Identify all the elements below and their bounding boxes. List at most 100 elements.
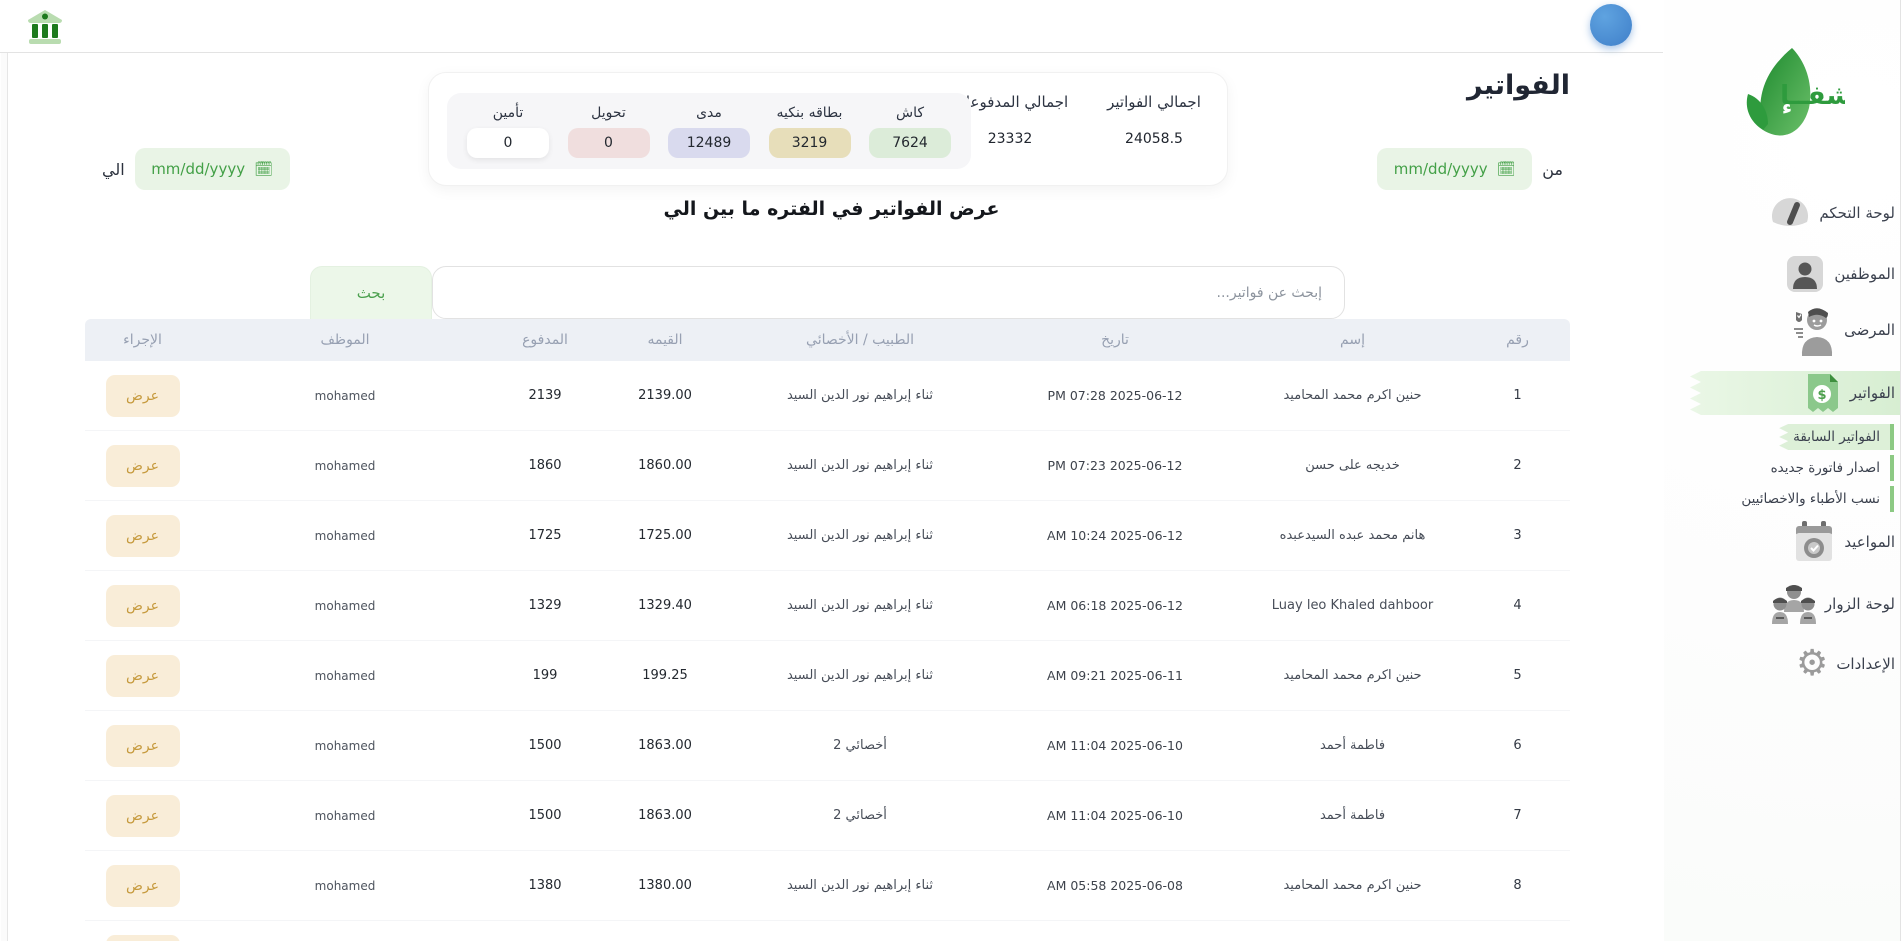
cell-date: PM 07:23 2025-06-12: [990, 431, 1240, 500]
cell-value: [600, 921, 730, 941]
cell-employee: mohamed: [200, 781, 490, 850]
view-invoice-button[interactable]: عرض: [106, 515, 180, 557]
column-header: الطبيب / الأخصائي: [730, 319, 990, 361]
cell-employee: mohamed: [200, 431, 490, 500]
cell-name: هانم محمد عبده السيدعبده: [1240, 501, 1465, 570]
patient-icon: [1788, 304, 1836, 356]
cell-paid: 199: [490, 641, 600, 710]
payment-method-value: 12489: [668, 128, 750, 158]
cell-num: 3: [1465, 501, 1570, 570]
table-row: 8حنين اكرم محمد المحاميدAM 05:58 2025-06…: [85, 851, 1570, 921]
cell-doctor: أخصائي 2: [730, 711, 990, 780]
cell-date: AM 11:04 2025-06-10: [990, 781, 1240, 850]
cell-doctor: ثناء إبراهيم نور الدين السيد: [730, 431, 990, 500]
cell-value: 1725.00: [600, 501, 730, 570]
cell-date: PM 07:28 2025-06-12: [990, 361, 1240, 430]
sidebar-subitem-doctor-ratios[interactable]: نسب الأطباء والاخصائيين: [1727, 486, 1894, 512]
table-row: 7فاطمة أحمدAM 11:04 2025-06-10أخصائي 218…: [85, 781, 1570, 851]
cell-doctor: ثناء إبراهيم نور الدين السيد: [730, 851, 990, 920]
cell-value: 1860.00: [600, 431, 730, 500]
payment-method-3: تحويل0: [562, 105, 656, 158]
cell-paid: 2139: [490, 361, 600, 430]
cell-employee: mohamed: [200, 361, 490, 430]
cell-action: عرض: [85, 361, 200, 430]
sidebar-item-visitors[interactable]: لوحة الزوار: [1771, 580, 1895, 628]
employee-icon: [1784, 253, 1826, 295]
cell-action: عرض: [85, 921, 200, 941]
calendar-icon: [1792, 519, 1836, 565]
cell-action: عرض: [85, 641, 200, 710]
cell-num: 5: [1465, 641, 1570, 710]
cell-name: [1240, 921, 1465, 941]
sidebar-item-label: المواعيد: [1844, 533, 1895, 551]
payment-method-value: 7624: [869, 128, 951, 158]
payment-method-value: 3219: [769, 128, 851, 158]
column-header: المدفوع: [490, 319, 600, 361]
cell-action: عرض: [85, 431, 200, 500]
total-invoices: اجمالي الفواتير 24058.5: [1095, 93, 1213, 147]
payments-summary-card: اجمالي الفواتير 24058.5 اجمالي المدفوعات…: [428, 72, 1228, 186]
cell-paid: 1725: [490, 501, 600, 570]
table-row: عرض: [85, 921, 1570, 941]
sidebar-subitem-label: الفواتير السابقة: [1793, 429, 1880, 445]
user-avatar[interactable]: [1590, 4, 1632, 46]
sidebar-subitem-new-invoice[interactable]: اصدار فاتورة جديده: [1757, 455, 1894, 481]
view-invoice-button[interactable]: عرض: [106, 445, 180, 487]
table-row: 3هانم محمد عبده السيدعبدهAM 10:24 2025-0…: [85, 501, 1570, 571]
sidebar-item-settings[interactable]: الإعدادات ⚙: [1796, 640, 1895, 688]
sidebar-subitem-previous-invoices[interactable]: الفواتير السابقة: [1779, 424, 1894, 450]
totals-group: اجمالي الفواتير 24058.5 اجمالي المدفوعات…: [951, 93, 1213, 147]
view-invoice-button[interactable]: عرض: [106, 585, 180, 627]
search-button[interactable]: بحث: [310, 266, 432, 319]
cell-action: عرض: [85, 711, 200, 780]
column-header: القيمه: [600, 319, 730, 361]
view-invoice-button[interactable]: عرض: [106, 725, 180, 767]
cell-employee: mohamed: [200, 571, 490, 640]
view-invoice-button[interactable]: عرض: [106, 375, 180, 417]
cell-employee: mohamed: [200, 711, 490, 780]
total-invoices-value: 24058.5: [1095, 131, 1213, 147]
svg-text:ء: ء: [1782, 95, 1792, 119]
date-from-label: من: [1542, 160, 1563, 179]
column-header: رقم: [1465, 319, 1570, 361]
view-invoice-button[interactable]: عرض: [106, 795, 180, 837]
visitors-icon: [1771, 582, 1817, 626]
cell-action: عرض: [85, 571, 200, 640]
cell-employee: [200, 921, 490, 941]
invoice-icon: $: [1802, 372, 1842, 414]
sidebar-item-label: الإعدادات: [1836, 655, 1895, 673]
cell-num: 1: [1465, 361, 1570, 430]
view-invoice-button[interactable]: عرض: [106, 935, 180, 941]
cell-employee: mohamed: [200, 851, 490, 920]
gear-icon: ⚙: [1796, 646, 1828, 682]
view-invoice-button[interactable]: عرض: [106, 655, 180, 697]
view-invoice-button[interactable]: عرض: [106, 865, 180, 907]
sidebar-item-appointments[interactable]: المواعيد: [1792, 518, 1895, 566]
period-subtitle: عرض الفواتير في الفتره ما بين الي: [0, 198, 1663, 220]
payment-method-0: كاش7624: [863, 105, 957, 158]
date-to-input[interactable]: mm/dd/yyyy 🗓: [135, 148, 290, 190]
cell-name: حنين اكرم محمد المحاميد: [1240, 361, 1465, 430]
sidebar-item-patients[interactable]: المرضى: [1788, 306, 1895, 354]
sidebar-item-invoices[interactable]: الفواتير $: [1802, 369, 1895, 417]
calendar-icon[interactable]: 🗓: [1497, 160, 1516, 178]
svg-text:$: $: [1817, 388, 1826, 403]
date-to-label: الي: [102, 160, 125, 179]
cell-value: 1329.40: [600, 571, 730, 640]
cell-num: 4: [1465, 571, 1570, 640]
cell-paid: [490, 921, 600, 941]
sidebar-item-dashboard[interactable]: لوحة التحكم: [1769, 189, 1895, 237]
bank-icon[interactable]: [25, 7, 65, 47]
invoices-page: الفواتير اجمالي الفواتير 24058.5 اجمالي …: [0, 0, 1901, 941]
sidebar: شفــا ء لوحة التحكم الموظفين المرضى: [1664, 0, 1901, 941]
payment-method-value: 0: [467, 128, 549, 158]
cell-doctor: ثناء إبراهيم نور الدين السيد: [730, 571, 990, 640]
sidebar-item-employees[interactable]: الموظفين: [1784, 250, 1895, 298]
calendar-icon[interactable]: 🗓: [254, 160, 273, 178]
payment-method-2: مدى12489: [662, 105, 756, 158]
cell-action: عرض: [85, 781, 200, 850]
date-from-input[interactable]: mm/dd/yyyy 🗓: [1377, 148, 1532, 190]
gauge-icon: [1769, 192, 1811, 234]
search-input[interactable]: [432, 266, 1345, 319]
payment-methods-panel: كاش7624بطاقه بنكيه3219مدى12489تحويل0تأمي…: [447, 93, 971, 169]
